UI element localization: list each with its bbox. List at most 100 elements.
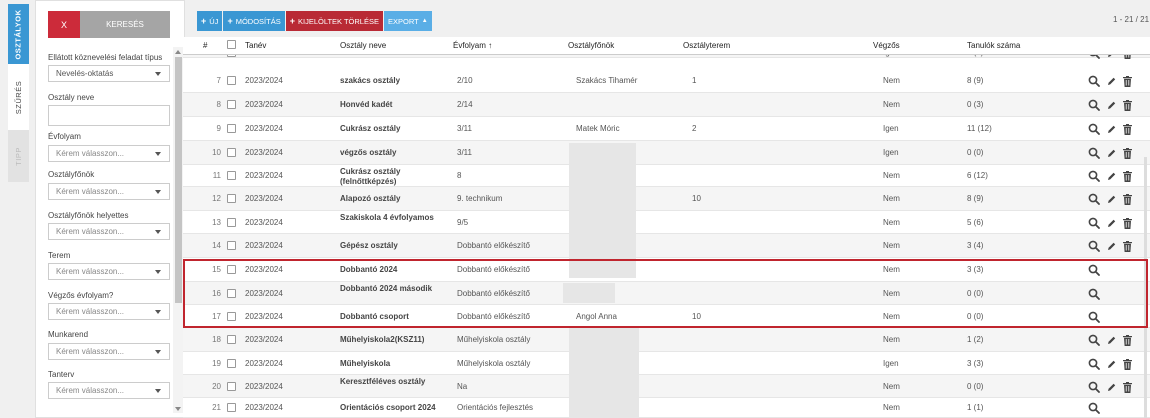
table-row[interactable]: 21 2023/2024 Orientációs csoport 2024 Orien… [183,398,1150,418]
table-row[interactable]: 13 2023/2024 Szakiskola 4 évfolyamos 9/5 Nem… [183,211,1150,234]
delete-selected-button[interactable]: + KIJELÖLTEK TÖRLÉSE [285,11,383,31]
pencil-icon[interactable] [1106,382,1117,396]
reset-filter-button[interactable]: X [48,11,80,38]
delete-selected-label: KIJELÖLTEK TÖRLÉSE [297,16,379,26]
row-checkbox[interactable] [227,335,236,345]
trash-icon[interactable] [1123,381,1132,396]
checkbox-icon [227,218,236,228]
head-teacher-select[interactable]: Kérem válasszon... [48,183,170,200]
export-button[interactable]: EXPORT ▲ [384,11,432,31]
search-icon[interactable] [1088,334,1100,349]
cell-graduating: Nem [883,335,900,344]
pencil-icon[interactable] [1106,148,1117,162]
row-checkbox[interactable] [227,382,236,392]
trash-icon[interactable] [1123,75,1132,90]
pencil-icon[interactable] [1106,124,1117,138]
row-checkbox[interactable] [227,241,236,251]
select-value: Kérem válasszon... [56,149,125,158]
pencil-icon[interactable] [1106,241,1117,255]
col-header-name[interactable]: Osztály neve [340,41,386,50]
schedule-select[interactable]: Kérem válasszon... [48,343,170,360]
trash-icon[interactable] [1123,334,1132,349]
row-checkbox[interactable] [227,76,236,86]
row-number: 18 [212,335,221,344]
search-icon[interactable] [1088,99,1100,114]
trash-icon[interactable] [1123,217,1132,232]
col-header-head-teacher[interactable]: Osztályfőnök [568,41,614,50]
tab-label: OSZTÁLYOK [14,8,23,60]
tab-szures[interactable]: SZŰRÉS [8,64,29,130]
trash-icon[interactable] [1123,170,1132,185]
col-header-students[interactable]: Tanulók száma [967,41,1020,50]
row-checkbox[interactable] [227,403,236,413]
table-row[interactable]: 8 2023/2024 Honvéd kadét 2/14 Nem 0 (3) [183,93,1150,117]
pencil-icon[interactable] [1106,194,1117,208]
trash-icon[interactable] [1123,240,1132,255]
search-icon[interactable] [1088,123,1100,138]
room-select[interactable]: Kérem válasszon... [48,263,170,280]
chevron-down-icon [155,270,161,274]
search-icon[interactable] [1088,170,1100,185]
trash-icon[interactable] [1123,358,1132,373]
table-row[interactable]: 12 2023/2024 Alapozó osztály 9. technikum 10… [183,187,1150,211]
col-header-graduating[interactable]: Végzős [873,41,900,50]
trash-icon[interactable] [1123,99,1132,114]
pencil-icon[interactable] [1106,76,1117,90]
pencil-icon[interactable] [1106,100,1117,114]
row-checkbox[interactable] [227,359,236,369]
search-icon[interactable] [1088,193,1100,208]
app-window: OSZTÁLYOK SZŰRÉS TIPP X KERESÉS Ellátott… [0,0,1150,418]
row-checkbox[interactable] [227,100,236,110]
row-checkbox[interactable] [227,218,236,228]
row-checkbox[interactable] [227,171,236,181]
grade-select[interactable]: Kérem válasszon... [48,145,170,162]
search-icon[interactable] [1088,240,1100,255]
search-icon[interactable] [1088,358,1100,373]
trash-icon[interactable] [1123,193,1132,208]
table-row[interactable]: 19 2023/2024 Műhelyiskola Műhelyiskola oszt… [183,352,1150,375]
deputy-select[interactable]: Kérem válasszon... [48,223,170,240]
table-row[interactable]: 20 2023/2024 Keresztféléves osztály Na Nem 0 … [183,375,1150,398]
edit-button[interactable]: + MÓDOSÍTÁS [223,11,285,31]
filter-panel: X KERESÉS Ellátott köznevelési feladat t… [35,0,185,418]
table-row[interactable]: 10 2023/2024 végzős osztály 3/11 Igen 0 (0) [183,141,1150,165]
col-header-room[interactable]: Osztályterem [683,41,730,50]
select-all-checkbox[interactable] [227,40,236,50]
tab-tipp[interactable]: TIPP [8,130,29,182]
table-row[interactable]: 7 2023/2024 szakács osztály 2/10 Szakács Tih… [183,68,1150,93]
tab-osztalyok[interactable]: OSZTÁLYOK [8,4,29,64]
row-checkbox[interactable] [227,124,236,134]
search-icon[interactable] [1088,402,1100,417]
pencil-icon[interactable] [1106,335,1117,349]
col-header-year[interactable]: Tanév [245,41,266,50]
curriculum-select[interactable]: Kérem válasszon... [48,382,170,399]
search-icon[interactable] [1088,217,1100,232]
class-name-input[interactable] [48,105,170,126]
table-row[interactable]: 11 2023/2024 Cukrász osztály (felnőttképzé… [183,165,1150,187]
pencil-icon[interactable] [1106,359,1117,373]
task-type-select[interactable]: Nevelés-oktatás [48,65,170,82]
search-icon[interactable] [1088,147,1100,162]
cell-name: végzős osztály [340,148,397,157]
new-button[interactable]: + ÚJ [197,11,223,31]
scroll-up-icon[interactable] [175,50,181,54]
scroll-down-icon[interactable] [175,407,181,411]
pencil-icon[interactable] [1106,171,1117,185]
scrollbar-thumb[interactable] [175,57,182,303]
trash-icon[interactable] [1123,147,1132,162]
pencil-icon[interactable] [1106,218,1117,232]
row-checkbox[interactable] [227,194,236,204]
cell-grade: 9/5 [457,218,469,227]
table-row[interactable]: 14 2023/2024 Gépész osztály Dobbantó előkés… [183,234,1150,258]
table-row[interactable]: 9 2023/2024 Cukrász osztály 3/11 Matek Móric… [183,117,1150,141]
row-actions [1088,358,1132,373]
table-row[interactable]: 18 2023/2024 Műhelyiskola2(KSZ11) Műhelyisk… [183,328,1150,352]
col-header-grade[interactable]: Évfolyam ↑ [453,41,492,50]
row-checkbox[interactable] [227,148,236,158]
col-header-num: # [203,41,208,50]
trash-icon[interactable] [1123,123,1132,138]
graduating-select[interactable]: Kérem válasszon... [48,303,170,320]
search-button[interactable]: KERESÉS [80,11,170,38]
search-icon[interactable] [1088,381,1100,396]
search-icon[interactable] [1088,75,1100,90]
